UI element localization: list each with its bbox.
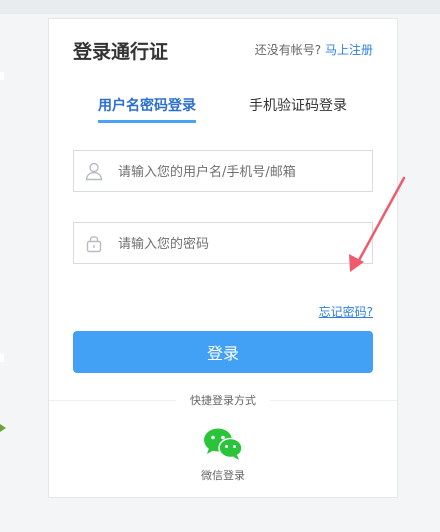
user-icon	[85, 162, 103, 181]
edge-arrow-marker	[0, 424, 6, 432]
wechat-login: 微信登录	[49, 427, 397, 483]
signup-link[interactable]: 马上注册	[325, 43, 373, 57]
signup-hint: 还没有帐号? 马上注册	[255, 41, 373, 58]
login-card: 登录通行证 还没有帐号? 马上注册 用户名密码登录 手机验证码登录 忘记密码? …	[48, 18, 398, 498]
quick-login-divider: 快捷登录方式	[49, 391, 397, 411]
wechat-login-label: 微信登录	[201, 469, 245, 482]
password-input[interactable]	[116, 223, 368, 265]
username-input[interactable]	[116, 151, 368, 193]
card-header: 登录通行证 还没有帐号? 马上注册	[49, 19, 397, 77]
edge-marker	[0, 354, 4, 362]
login-button[interactable]: 登录	[73, 331, 373, 373]
lock-icon	[86, 236, 102, 253]
tab-username-password[interactable]: 用户名密码登录	[98, 95, 196, 123]
background-strip	[0, 0, 440, 14]
password-field[interactable]	[73, 222, 373, 265]
username-field[interactable]	[73, 150, 373, 193]
quick-login-label: 快捷登录方式	[176, 392, 270, 408]
login-tabs: 用户名密码登录 手机验证码登录	[73, 95, 373, 125]
forgot-password-link[interactable]: 忘记密码?	[319, 303, 373, 320]
wechat-icon[interactable]	[203, 427, 243, 461]
signup-prompt: 还没有帐号?	[254, 43, 322, 57]
edge-marker	[0, 72, 4, 80]
page-title: 登录通行证	[73, 41, 169, 63]
tab-sms-code[interactable]: 手机验证码登录	[249, 95, 347, 123]
